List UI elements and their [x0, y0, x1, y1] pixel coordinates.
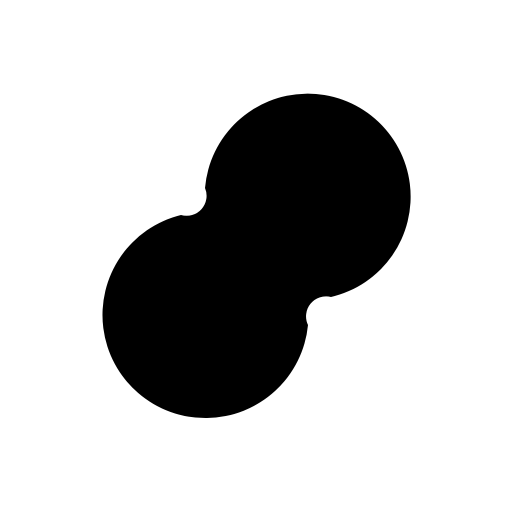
logo-shape — [102, 93, 411, 419]
canvas — [0, 0, 512, 512]
peanut-blob-logo-icon — [102, 93, 411, 419]
